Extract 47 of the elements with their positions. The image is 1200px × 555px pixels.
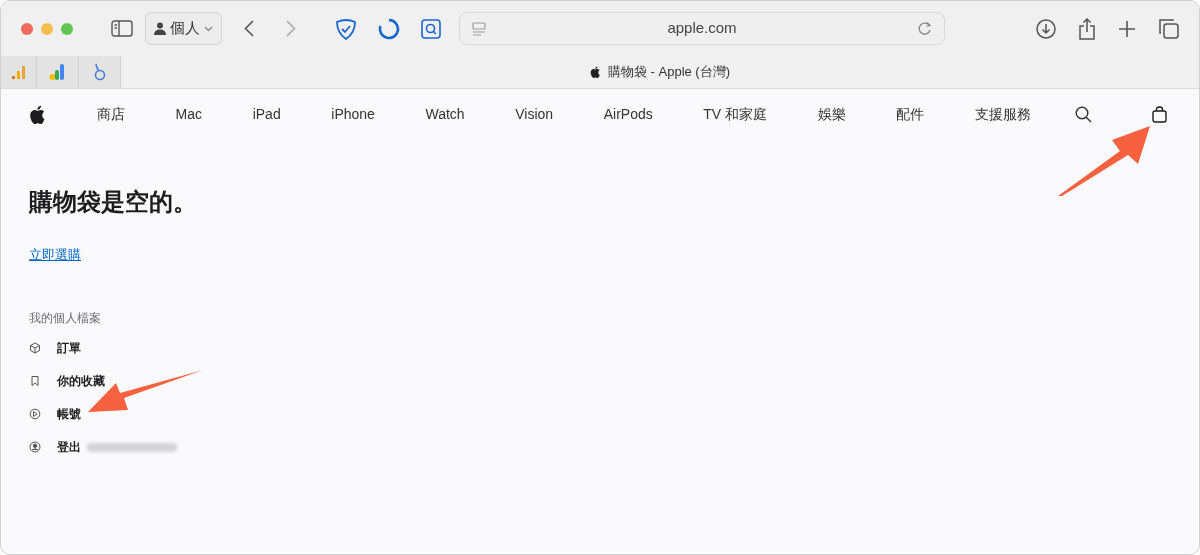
tab-title: 購物袋 - Apple (台灣) [607, 63, 731, 82]
back-icon[interactable] [244, 20, 254, 37]
tabs-overview-icon[interactable] [1158, 18, 1179, 39]
nav-link[interactable]: iPad [252, 103, 281, 125]
sidebar-icon[interactable] [111, 20, 133, 37]
close-button[interactable] [21, 22, 33, 35]
plus-icon[interactable] [1118, 19, 1136, 38]
address-text: apple.com [666, 18, 738, 39]
apple-logo-icon [589, 66, 600, 78]
chevron-down-icon [204, 25, 213, 32]
pinned-tab[interactable] [37, 56, 79, 88]
nav-link[interactable]: 娛樂 [817, 103, 846, 125]
person-icon [29, 441, 41, 453]
reader-icon [472, 21, 486, 36]
nav-link[interactable]: 商店 [97, 103, 125, 125]
bar-chart-icon [48, 63, 67, 81]
nav-link[interactable]: 配件 [896, 103, 925, 125]
box-icon [29, 342, 41, 354]
profile-link[interactable]: 登出 [57, 438, 81, 456]
reload-icon[interactable] [918, 21, 932, 36]
profile-button[interactable]: 個人 [145, 12, 222, 45]
shield-icon[interactable] [335, 17, 357, 40]
profile-link[interactable]: 帳號 [57, 405, 81, 423]
download-icon[interactable] [1036, 18, 1056, 39]
bar-chart-icon [10, 64, 27, 80]
person-icon [154, 22, 166, 35]
nav-link[interactable]: TV 和家庭 [703, 103, 768, 125]
nav-link[interactable]: iPhone [331, 103, 375, 125]
nav-link[interactable]: 支援服務 [974, 103, 1031, 125]
shop-now-link[interactable]: 立即選購 [29, 245, 81, 265]
profile-link[interactable]: 訂單 [57, 339, 81, 357]
bookmark-icon [29, 375, 41, 387]
nav-link[interactable]: AirPods [603, 103, 653, 125]
page-heading: 購物袋是空的。 [29, 187, 197, 217]
ring-icon [92, 63, 107, 81]
nav-link[interactable]: Mac [175, 103, 203, 125]
nav-link[interactable]: Vision [515, 103, 554, 125]
apple-logo-icon[interactable] [29, 104, 45, 124]
loading-icon[interactable] [378, 17, 400, 40]
search-icon[interactable] [1075, 105, 1092, 123]
profile-link[interactable]: 你的收藏 [57, 372, 105, 390]
shopping-bag-icon[interactable] [1152, 105, 1167, 123]
section-title: 我的個人檔案 [29, 309, 101, 327]
share-icon[interactable] [1078, 17, 1096, 40]
address-bar[interactable]: apple.com [459, 12, 945, 45]
pinned-tab[interactable] [79, 56, 121, 88]
nav-link[interactable]: Watch [425, 103, 465, 125]
